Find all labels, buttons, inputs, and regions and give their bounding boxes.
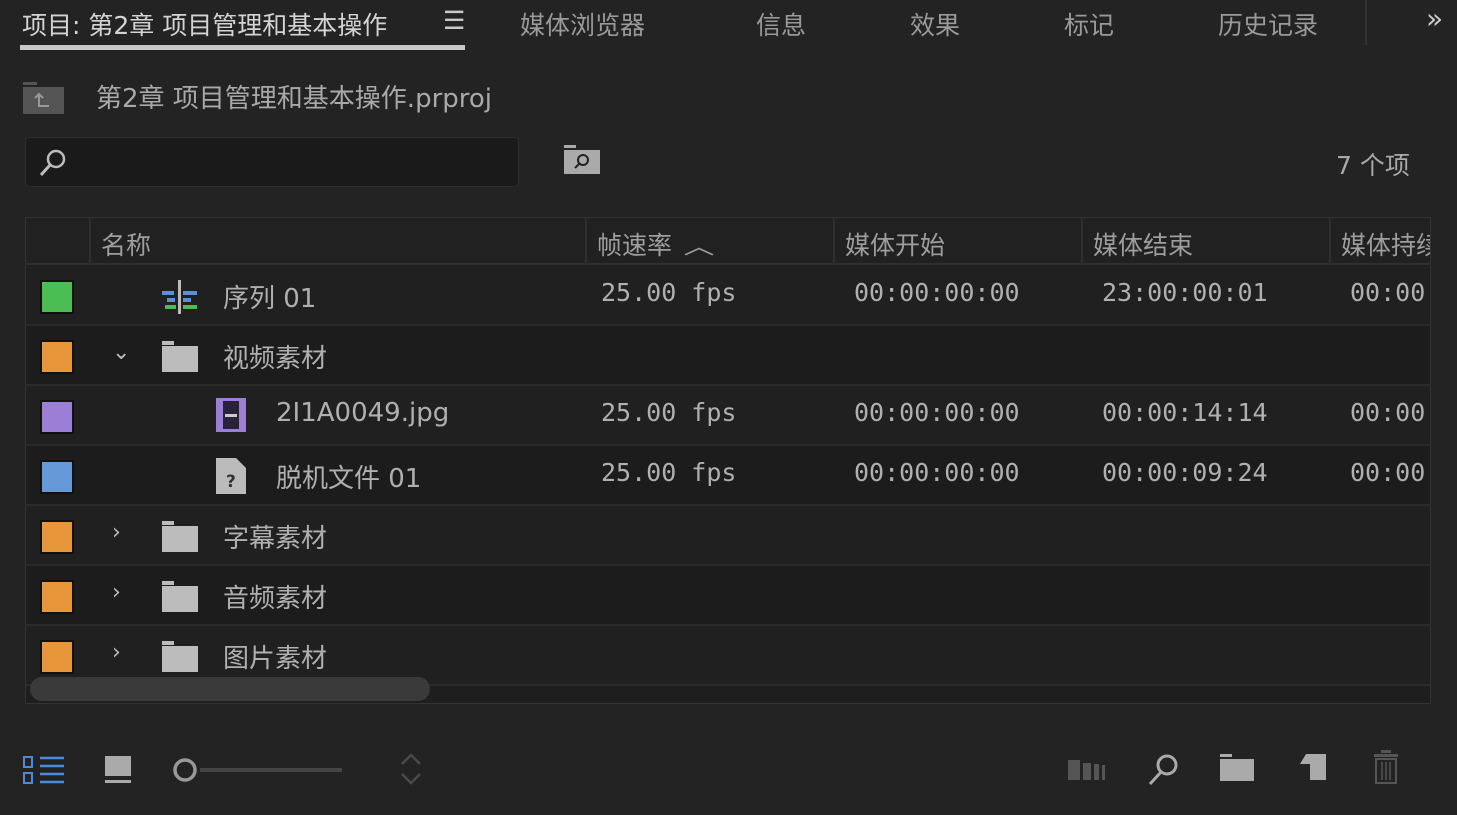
horizontal-scrollbar[interactable] (30, 677, 430, 701)
media-end: 00:00:09:24 (1102, 458, 1268, 487)
sort-icons-icon[interactable] (398, 752, 424, 786)
table-row[interactable]: › 字幕素材 (26, 506, 1430, 566)
label-color-swatch[interactable] (40, 520, 74, 554)
header-media-end[interactable]: 媒体结束 (1083, 218, 1331, 265)
media-end: 00:00:14:14 (1102, 398, 1268, 427)
sort-ascending-icon: ︿ (683, 235, 715, 260)
header-label-column[interactable] (26, 218, 91, 265)
table-row[interactable]: ⌄ 视频素材 (26, 326, 1430, 386)
label-color-swatch[interactable] (40, 640, 74, 674)
project-file-name: 第2章 项目管理和基本操作.prproj (96, 84, 493, 114)
tab-markers[interactable]: 标记 (1064, 6, 1114, 42)
list-view-icon[interactable] (22, 755, 66, 785)
zoom-slider[interactable] (170, 756, 345, 784)
frame-rate: 25.00 fps (601, 398, 737, 427)
label-color-swatch[interactable] (40, 580, 74, 614)
new-bin-icon[interactable] (1220, 754, 1254, 782)
automate-to-sequence-icon[interactable] (1068, 758, 1108, 782)
table-row[interactable]: ? 脱机文件 01 25.00 fps 00:00:00:00 00:00:09… (26, 446, 1430, 506)
media-duration: 00:00 (1350, 458, 1426, 487)
item-name: 脱机文件 01 (276, 464, 422, 494)
offline-file-icon: ? (216, 458, 246, 494)
item-name: 图片素材 (223, 644, 328, 674)
table-row[interactable]: 序列 01 25.00 fps 00:00:00:00 23:00:00:01 … (26, 266, 1430, 326)
header-media-duration[interactable]: 媒体持续 (1331, 218, 1430, 265)
tab-project[interactable]: 项目: 第2章 项目管理和基本操作 (22, 6, 387, 42)
chevron-down-icon[interactable]: ⌄ (112, 340, 130, 365)
chevron-right-icon[interactable]: › (112, 520, 121, 545)
media-end: 23:00:00:01 (1102, 278, 1268, 307)
folder-icon (162, 341, 198, 372)
panel-menu-icon[interactable]: ☰ (443, 6, 465, 35)
table-row[interactable]: › 音频素材 (26, 566, 1430, 626)
tab-info[interactable]: 信息 (756, 6, 806, 42)
media-start: 00:00:00:00 (854, 398, 1020, 427)
frame-rate: 25.00 fps (601, 458, 737, 487)
table-row[interactable]: 2I1A0049.jpg 25.00 fps 00:00:00:00 00:00… (26, 386, 1430, 446)
chevron-right-icon[interactable]: › (112, 580, 121, 605)
header-frame-rate-label: 帧速率 (597, 231, 673, 260)
tab-media-browser[interactable]: 媒体浏览器 (520, 6, 645, 42)
sequence-icon (162, 280, 197, 314)
new-item-icon[interactable] (1298, 754, 1326, 782)
folder-icon (162, 641, 198, 672)
overflow-tabs-icon[interactable]: » (1426, 2, 1443, 35)
search-input[interactable] (25, 137, 519, 187)
tab-divider (1365, 0, 1367, 45)
svg-text:?: ? (226, 472, 236, 492)
item-count: 7 个项 (1336, 151, 1410, 180)
label-color-swatch[interactable] (40, 460, 74, 494)
header-media-end-label: 媒体结束 (1093, 231, 1194, 260)
label-color-swatch[interactable] (40, 280, 74, 314)
header-media-start-label: 媒体开始 (845, 231, 946, 260)
media-start: 00:00:00:00 (854, 458, 1020, 487)
header-name-label: 名称 (101, 231, 152, 260)
tab-effects[interactable]: 效果 (910, 6, 960, 42)
clear-trash-icon[interactable] (1372, 750, 1400, 784)
parent-folder-icon[interactable] (23, 82, 65, 116)
item-name: 音频素材 (223, 584, 328, 614)
icon-view-icon[interactable] (104, 755, 132, 785)
find-in-bin-icon[interactable] (564, 145, 600, 175)
item-name: 视频素材 (223, 344, 328, 374)
media-duration: 00:00 (1350, 398, 1426, 427)
chevron-right-icon[interactable]: › (112, 640, 121, 665)
folder-icon (162, 521, 198, 552)
header-media-start[interactable]: 媒体开始 (835, 218, 1083, 265)
header-frame-rate[interactable]: 帧速率 ︿ (587, 218, 835, 265)
item-name: 字幕素材 (223, 524, 328, 554)
project-items-table: 名称 帧速率 ︿ 媒体开始 媒体结束 媒体持续 序列 01 25.00 fps 0… (25, 217, 1431, 704)
header-media-duration-label: 媒体持续 (1341, 231, 1430, 260)
frame-rate: 25.00 fps (601, 278, 737, 307)
item-name: 2I1A0049.jpg (276, 398, 450, 428)
header-name[interactable]: 名称 (91, 218, 587, 265)
folder-icon (162, 581, 198, 612)
search-icon (39, 149, 66, 177)
film-icon (216, 398, 246, 432)
label-color-swatch[interactable] (40, 340, 74, 374)
find-icon[interactable] (1146, 752, 1180, 786)
media-start: 00:00:00:00 (854, 278, 1020, 307)
media-duration: 00:00 (1350, 278, 1426, 307)
active-tab-indicator (20, 45, 465, 50)
item-name: 序列 01 (223, 284, 317, 314)
tab-history[interactable]: 历史记录 (1218, 6, 1318, 42)
label-color-swatch[interactable] (40, 400, 74, 434)
